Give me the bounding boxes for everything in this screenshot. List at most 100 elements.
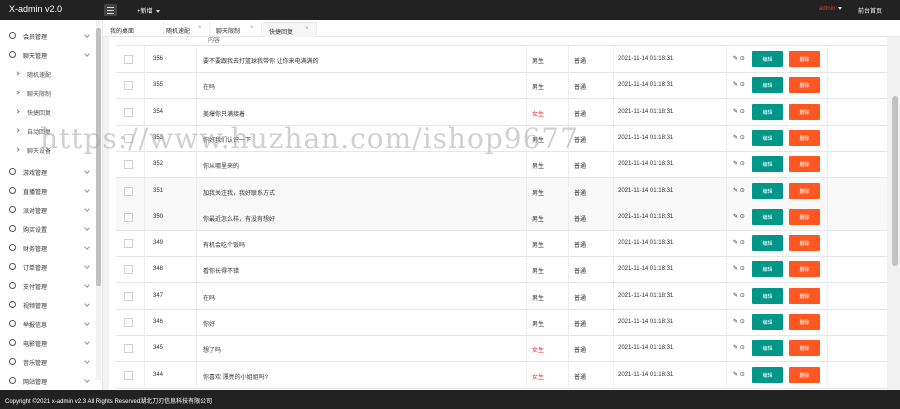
delete-button[interactable]: 删除: [789, 182, 820, 199]
close-icon[interactable]: ×: [250, 25, 254, 31]
sidebar-item[interactable]: 聊天管理: [0, 45, 96, 64]
row-checkbox[interactable]: [124, 265, 133, 275]
sidebar-item[interactable]: 电影管理: [0, 333, 96, 352]
table-row: 350 你最近怎么样，有没有想好 男生 普通 2021-11-14 01:18:31 ✎ …: [116, 203, 887, 231]
row-checkbox[interactable]: [124, 239, 133, 249]
pencil-icon[interactable]: ✎ ⊙: [733, 108, 745, 115]
row-checkbox[interactable]: [124, 318, 133, 327]
pencil-icon[interactable]: ✎ ⊙: [733, 55, 745, 62]
menu-toggle-button[interactable]: [104, 4, 117, 16]
delete-button[interactable]: 删除: [789, 156, 820, 173]
row-checkbox[interactable]: [124, 55, 133, 64]
cell-level: 普通: [574, 137, 587, 144]
tab-item[interactable]: 快捷回复 ×: [263, 22, 317, 37]
add-new-label: +新增: [137, 9, 153, 15]
sidebar-item[interactable]: 自动回复: [0, 121, 96, 140]
sidebar-item[interactable]: 直播管理: [0, 181, 96, 200]
main-scrollbar-thumb[interactable]: [892, 96, 898, 266]
tab-item[interactable]: 我的桌面: [106, 22, 164, 37]
chevron-down-icon: [84, 187, 90, 193]
delete-button[interactable]: 删除: [789, 261, 820, 278]
pencil-icon[interactable]: ✎ ⊙: [733, 292, 745, 299]
user-icon: [9, 51, 16, 58]
edit-button[interactable]: 编辑: [752, 366, 783, 383]
sidebar-item[interactable]: 支付管理: [0, 276, 96, 295]
edit-button[interactable]: 编辑: [752, 235, 783, 252]
sidebar-item[interactable]: 随机速配: [0, 64, 96, 83]
sidebar-item[interactable]: 订单管理: [0, 257, 96, 276]
pencil-icon[interactable]: ✎ ⊙: [733, 160, 745, 167]
row-checkbox[interactable]: [124, 107, 133, 117]
delete-button[interactable]: 删除: [789, 366, 820, 383]
order-icon: [9, 358, 16, 365]
row-checkbox[interactable]: [124, 344, 133, 354]
row-checkbox[interactable]: [124, 81, 133, 91]
sidebar-item[interactable]: 会员管理: [0, 26, 96, 45]
column-divider: [613, 151, 614, 179]
frontend-home-link[interactable]: 前台首页: [858, 6, 882, 15]
pencil-icon[interactable]: ✎ ⊙: [733, 318, 745, 325]
table-row: 354 美爆你只满接着 女生 普通 2021-11-14 01:18:31 ✎ ⊙ 编辑 删除: [116, 98, 887, 126]
delete-button[interactable]: 删除: [789, 129, 820, 146]
pencil-icon[interactable]: ✎ ⊙: [733, 187, 745, 194]
pencil-icon[interactable]: ✎ ⊙: [733, 213, 745, 220]
close-icon[interactable]: ×: [305, 26, 309, 32]
sidebar-item[interactable]: 财务管理: [0, 238, 96, 257]
pencil-icon[interactable]: ✎ ⊙: [733, 371, 745, 378]
app-logo[interactable]: X-admin v2.0: [9, 4, 62, 14]
edit-button[interactable]: 编辑: [752, 51, 783, 67]
delete-button[interactable]: 删除: [789, 287, 820, 304]
pencil-icon[interactable]: ✎ ⊙: [733, 265, 745, 272]
pencil-icon[interactable]: ✎ ⊙: [733, 81, 745, 88]
edit-button[interactable]: 编辑: [752, 208, 783, 225]
delete-button[interactable]: 删除: [789, 208, 820, 225]
sidebar-item[interactable]: 举报信息: [0, 314, 96, 333]
delete-button[interactable]: 删除: [789, 235, 820, 252]
close-icon[interactable]: ×: [198, 25, 202, 31]
delete-button[interactable]: 删除: [789, 103, 820, 120]
tab-item[interactable]: 随机速配 ×: [160, 22, 210, 37]
edit-button[interactable]: 编辑: [752, 77, 783, 94]
delete-button[interactable]: 删除: [789, 77, 820, 94]
tab-item[interactable]: 聊天限制 ×: [210, 22, 262, 37]
sidebar: 会员管理 聊天管理 随机速配 聊天限制 快捷回复 自动回复 聊天设备游戏管理 直播管理 派对管理…: [0, 20, 103, 390]
edit-button[interactable]: 编辑: [752, 340, 783, 357]
edit-button[interactable]: 编辑: [752, 287, 783, 304]
pencil-icon[interactable]: ✎ ⊙: [733, 239, 745, 246]
edit-button[interactable]: 编辑: [752, 103, 783, 120]
sidebar-item[interactable]: 派对管理: [0, 200, 96, 219]
user-menu[interactable]: admin: [819, 6, 843, 12]
column-divider: [196, 361, 197, 389]
delete-button[interactable]: 删除: [789, 314, 820, 330]
sidebar-item[interactable]: 游戏管理: [0, 162, 96, 181]
header-content-fragment: 内容: [208, 38, 221, 44]
cell-gender: 男生: [532, 322, 545, 328]
sidebar-scrollbar-thumb[interactable]: [96, 28, 101, 286]
column-divider: [196, 282, 197, 310]
delete-button[interactable]: 删除: [789, 51, 820, 67]
delete-button[interactable]: 删除: [789, 340, 820, 357]
sidebar-item[interactable]: 快捷回复: [0, 102, 96, 121]
pencil-icon[interactable]: ✎ ⊙: [733, 134, 745, 141]
row-checkbox[interactable]: [124, 291, 133, 301]
edit-button[interactable]: 编辑: [752, 129, 783, 146]
edit-button[interactable]: 编辑: [752, 261, 783, 278]
row-checkbox[interactable]: [124, 133, 133, 143]
row-checkbox[interactable]: [124, 186, 133, 196]
sidebar-item[interactable]: 视频管理: [0, 295, 96, 314]
row-checkbox[interactable]: [124, 212, 133, 222]
row-checkbox[interactable]: [124, 160, 133, 170]
cell-level: 普通: [574, 164, 587, 171]
sidebar-item[interactable]: 聊天设备: [0, 140, 96, 159]
row-checkbox[interactable]: [124, 370, 133, 380]
pencil-icon[interactable]: ✎ ⊙: [733, 344, 745, 351]
sidebar-item[interactable]: 购买设置: [0, 219, 96, 238]
edit-button[interactable]: 编辑: [752, 314, 783, 330]
add-new-menu[interactable]: +新增: [137, 6, 160, 15]
edit-button[interactable]: 编辑: [752, 182, 783, 199]
chevron-down-icon: [84, 301, 90, 307]
sidebar-item[interactable]: 聊天限制: [0, 83, 96, 102]
sidebar-item[interactable]: 音乐管理: [0, 352, 96, 371]
edit-button[interactable]: 编辑: [752, 156, 783, 173]
sidebar-item[interactable]: 网站管理: [0, 371, 96, 390]
